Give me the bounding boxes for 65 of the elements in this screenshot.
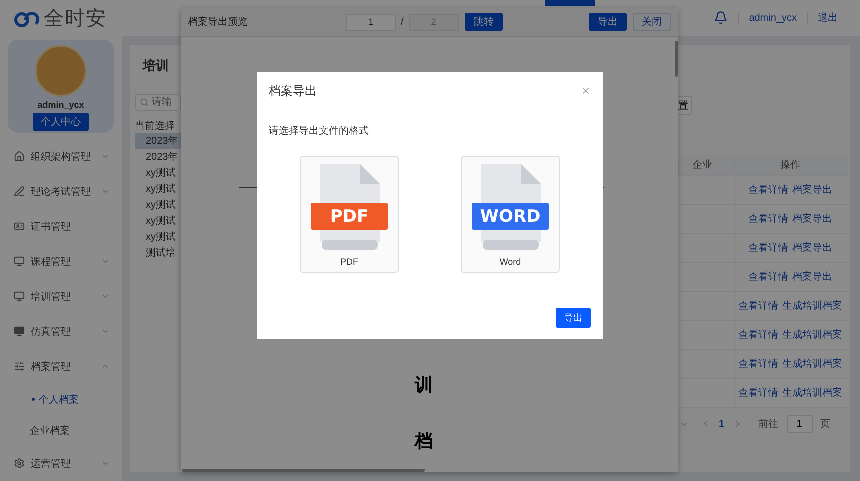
format-label: PDF bbox=[340, 257, 358, 267]
format-badge: PDF bbox=[311, 203, 388, 230]
action-link[interactable]: 档案导出 bbox=[792, 270, 832, 284]
page-separator: / bbox=[401, 16, 404, 28]
action-link[interactable]: 生成培训档案 bbox=[782, 386, 842, 400]
column-header: 企业 bbox=[692, 158, 712, 172]
tree-item[interactable]: xy测试 bbox=[135, 197, 181, 213]
profile-button[interactable]: 个人中心 bbox=[33, 113, 89, 131]
dialog-title: 档案导出 bbox=[269, 82, 317, 100]
action-link[interactable]: 查看详情 bbox=[748, 212, 788, 226]
confirm-export-button[interactable]: 导出 bbox=[556, 308, 591, 328]
document-heading: 训档 bbox=[415, 374, 433, 453]
menu-item[interactable]: 运营管理 bbox=[8, 446, 114, 481]
goto-label: 前往 bbox=[758, 418, 779, 431]
format-option[interactable]: WORD Word bbox=[461, 156, 560, 273]
action-link[interactable]: 查看详情 bbox=[738, 328, 778, 342]
tree-item[interactable]: xy测试 bbox=[135, 181, 181, 197]
menu-item[interactable]: 仿真管理 bbox=[8, 314, 114, 349]
goto-page-field[interactable]: 1 bbox=[786, 415, 813, 433]
submenu-item[interactable]: 企业档案 bbox=[8, 415, 114, 446]
action-link[interactable]: 查看详情 bbox=[748, 183, 788, 197]
menu-item[interactable]: 理论考试管理 bbox=[8, 174, 114, 209]
tree-item[interactable]: 2023年 bbox=[135, 149, 181, 165]
action-link[interactable]: 查看详情 bbox=[738, 357, 778, 371]
total-pages-field: 2 bbox=[408, 14, 459, 30]
menu-item[interactable]: 课程管理 bbox=[8, 244, 114, 279]
action-link[interactable]: 查看详情 bbox=[738, 299, 778, 313]
category-label: 当前选择 bbox=[135, 120, 176, 133]
tree-item[interactable]: 测试培 bbox=[135, 245, 181, 261]
action-link[interactable]: 生成培训档案 bbox=[782, 357, 842, 371]
page-number[interactable]: 1 bbox=[719, 418, 725, 430]
action-link[interactable]: 生成培训档案 bbox=[782, 328, 842, 342]
page-field[interactable]: 1 bbox=[346, 14, 396, 30]
tree-item[interactable]: xy测试 bbox=[135, 165, 181, 181]
tree-item[interactable]: 2023年 bbox=[135, 133, 181, 149]
format-option[interactable]: PDF PDF bbox=[300, 156, 399, 273]
submenu-item[interactable]: 个人档案 bbox=[8, 384, 114, 415]
search-field[interactable]: 请输 bbox=[135, 94, 181, 111]
menu-item[interactable]: 培训管理 bbox=[8, 279, 114, 314]
logout-link[interactable]: 退出 bbox=[818, 11, 838, 25]
tree-item[interactable]: xy测试 bbox=[135, 213, 181, 229]
action-link[interactable]: 查看详情 bbox=[748, 270, 788, 284]
format-label: Word bbox=[500, 257, 522, 267]
action-link[interactable]: 档案导出 bbox=[792, 183, 832, 197]
action-link[interactable]: 查看详情 bbox=[738, 386, 778, 400]
dialog-prompt: 请选择导出文件的格式 bbox=[269, 124, 370, 138]
page-title: 培训 bbox=[142, 57, 170, 75]
close-button[interactable]: 关闭 bbox=[633, 13, 671, 31]
username-link[interactable]: admin_ycx bbox=[749, 12, 797, 24]
export-button[interactable]: 导出 bbox=[589, 13, 627, 31]
action-link[interactable]: 档案导出 bbox=[792, 212, 832, 226]
page-unit: 页 bbox=[820, 418, 831, 431]
menu-item[interactable]: 证书管理 bbox=[8, 209, 114, 244]
format-badge: WORD bbox=[472, 203, 549, 230]
action-link[interactable]: 查看详情 bbox=[748, 241, 788, 255]
menu-item[interactable]: 档案管理 bbox=[8, 349, 114, 384]
column-header: 操作 bbox=[780, 159, 800, 172]
menu-item[interactable]: 组织架构管理 bbox=[8, 139, 114, 174]
logo-text: 全时安 bbox=[44, 6, 107, 32]
action-link[interactable]: 生成培训档案 bbox=[782, 299, 842, 313]
profile-name: admin_ycx bbox=[38, 100, 84, 110]
action-link[interactable]: 档案导出 bbox=[792, 241, 832, 255]
jump-button[interactable]: 跳转 bbox=[464, 13, 503, 31]
preview-title: 档案导出预览 bbox=[188, 16, 249, 29]
tree-item[interactable]: xy测试 bbox=[135, 229, 181, 245]
